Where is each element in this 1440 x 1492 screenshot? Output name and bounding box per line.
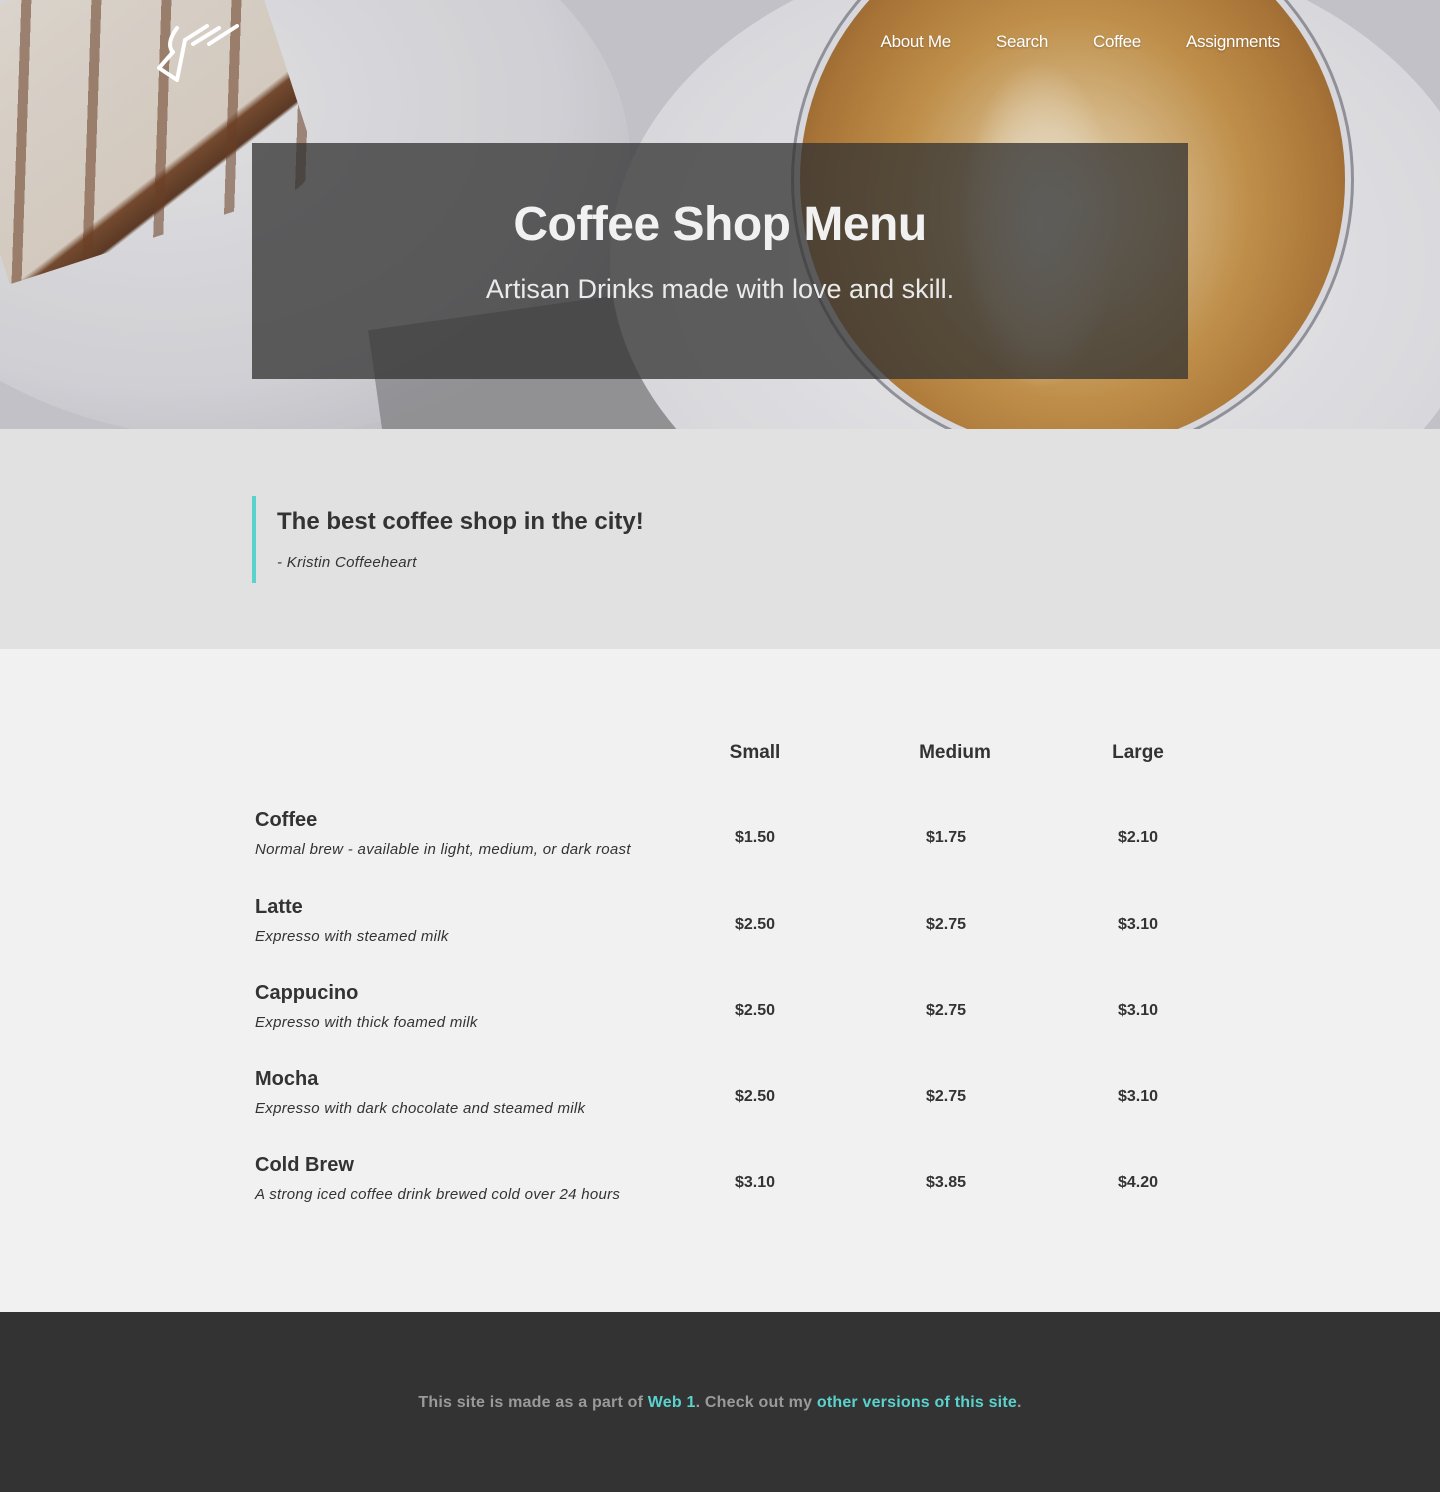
price-medium: $2.75 bbox=[925, 916, 967, 933]
menu-item-name: Mocha bbox=[255, 1068, 319, 1090]
price-large: $4.20 bbox=[1117, 1174, 1159, 1191]
hero-banner: About Me Search Coffee Assignments Coffe… bbox=[0, 0, 1440, 429]
column-header-large: Large bbox=[1112, 742, 1164, 763]
nav-item-search[interactable]: Search bbox=[996, 32, 1048, 52]
price-small: $3.10 bbox=[734, 1174, 776, 1191]
column-header-small: Small bbox=[729, 742, 781, 763]
price-small: $2.50 bbox=[734, 916, 776, 933]
footer-middle: . Check out my bbox=[695, 1394, 817, 1411]
price-large: $3.10 bbox=[1117, 1002, 1159, 1019]
price-medium: $3.85 bbox=[925, 1174, 967, 1191]
page-title: Coffee Shop Menu bbox=[513, 198, 927, 251]
price-small: $2.50 bbox=[734, 1002, 776, 1019]
footer-prefix: This site is made as a part of bbox=[418, 1394, 648, 1411]
hero-title-box: Coffee Shop Menu Artisan Drinks made wit… bbox=[252, 143, 1188, 379]
menu-item-name: Latte bbox=[255, 896, 303, 918]
menu-item-description: Expresso with thick foamed milk bbox=[255, 1014, 478, 1031]
site-footer: This site is made as a part of Web 1. Ch… bbox=[0, 1312, 1440, 1492]
nav-item-about-me[interactable]: About Me bbox=[881, 32, 952, 52]
menu-item-description: Normal brew - available in light, medium… bbox=[255, 841, 631, 858]
menu-item-name: Cold Brew bbox=[255, 1154, 354, 1176]
quote-text: The best coffee shop in the city! bbox=[277, 508, 644, 535]
price-large: $2.10 bbox=[1117, 829, 1159, 846]
menu-item-name: Coffee bbox=[255, 809, 318, 831]
price-medium: $2.75 bbox=[925, 1002, 967, 1019]
price-small: $2.50 bbox=[734, 1088, 776, 1105]
testimonial-section: The best coffee shop in the city! - Kris… bbox=[0, 429, 1440, 649]
price-small: $1.50 bbox=[734, 829, 776, 846]
menu-item-description: Expresso with dark chocolate and steamed… bbox=[255, 1100, 586, 1117]
footer-suffix: . bbox=[1016, 1394, 1022, 1411]
price-large: $3.10 bbox=[1117, 916, 1159, 933]
page-subtitle: Artisan Drinks made with love and skill. bbox=[485, 274, 955, 304]
testimonial-quote: The best coffee shop in the city! - Kris… bbox=[252, 496, 644, 583]
price-large: $3.10 bbox=[1117, 1088, 1159, 1105]
footer-link-other-versions[interactable]: other versions of this site bbox=[817, 1394, 1017, 1411]
nav-item-coffee[interactable]: Coffee bbox=[1093, 32, 1141, 52]
quote-author: - Kristin Coffeeheart bbox=[277, 554, 417, 571]
menu-item-description: Expresso with steamed milk bbox=[255, 928, 449, 945]
menu-item-description: A strong iced coffee drink brewed cold o… bbox=[255, 1186, 621, 1203]
menu-item-name: Cappucino bbox=[255, 982, 359, 1004]
site-logo[interactable] bbox=[155, 22, 239, 84]
main-nav: About Me Search Coffee Assignments bbox=[881, 32, 1281, 52]
footer-text: This site is made as a part of Web 1. Ch… bbox=[0, 1394, 1440, 1412]
price-medium: $2.75 bbox=[925, 1088, 967, 1105]
column-header-medium: Medium bbox=[919, 742, 991, 763]
menu-table: Small Medium Large Coffee Normal brew - … bbox=[0, 649, 1440, 1312]
signature-logo-icon bbox=[157, 24, 239, 82]
price-medium: $1.75 bbox=[925, 829, 967, 846]
nav-item-assignments[interactable]: Assignments bbox=[1186, 32, 1280, 52]
footer-link-web1[interactable]: Web 1 bbox=[648, 1394, 696, 1411]
